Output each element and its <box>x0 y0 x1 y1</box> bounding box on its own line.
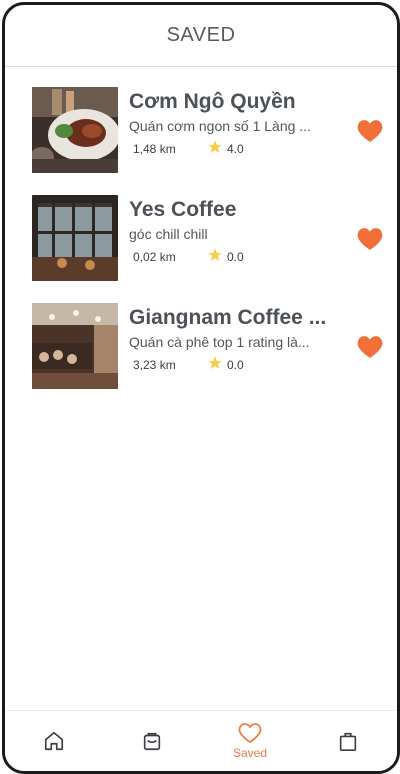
tab-basket[interactable] <box>103 711 201 771</box>
star-icon <box>208 356 222 369</box>
bottom-tab-bar: Saved <box>5 710 397 771</box>
app-screen: SAVED Cơm Ngô Quyền Quán cơm ngon số 1 L… <box>2 2 400 774</box>
place-info: Cơm Ngô Quyền Quán cơm ngon số 1 Làng ..… <box>129 87 327 161</box>
place-photo <box>32 87 118 173</box>
place-meta: 3,23 km 0.0 <box>129 355 327 377</box>
distance-label: 1,48 km <box>133 142 176 156</box>
place-info: Yes Coffee góc chill chill 0,02 km 0.0 <box>129 195 327 269</box>
basket-icon <box>143 732 161 751</box>
heart-filled-icon[interactable] <box>357 335 383 359</box>
place-meta: 1,48 km 4.0 <box>129 139 327 161</box>
heart-filled-icon[interactable] <box>357 227 383 251</box>
tab-home[interactable] <box>5 711 103 771</box>
tab-bag[interactable] <box>299 711 397 771</box>
place-info: Giangnam Coffee ... Quán cà phê top 1 ra… <box>129 303 327 377</box>
heart-filled-icon[interactable] <box>357 119 383 143</box>
star-icon <box>208 140 222 153</box>
page-title: SAVED <box>166 24 236 46</box>
list-item[interactable]: Cơm Ngô Quyền Quán cơm ngon số 1 Làng ..… <box>5 87 397 175</box>
place-description: Quán cơm ngon số 1 Làng ... <box>129 118 311 134</box>
distance-label: 0,02 km <box>133 250 176 264</box>
distance-label: 3,23 km <box>133 358 176 372</box>
place-description: góc chill chill <box>129 226 208 242</box>
rating-value: 4.0 <box>227 142 244 156</box>
shopping-bag-icon <box>339 732 357 751</box>
place-title: Giangnam Coffee ... <box>129 306 327 329</box>
heart-outline-icon <box>238 723 262 744</box>
place-title: Cơm Ngô Quyền <box>129 90 296 113</box>
place-meta: 0,02 km 0.0 <box>129 247 327 269</box>
list-item[interactable]: Yes Coffee góc chill chill 0,02 km 0.0 <box>5 195 397 283</box>
tab-saved-label: Saved <box>232 746 268 760</box>
place-title: Yes Coffee <box>129 198 237 221</box>
place-photo <box>32 303 118 389</box>
star-icon <box>208 248 222 261</box>
place-photo <box>32 195 118 281</box>
rating-value: 0.0 <box>227 358 244 372</box>
header: SAVED <box>5 5 397 67</box>
place-description: Quán cà phê top 1 rating là... <box>129 334 310 350</box>
rating-value: 0.0 <box>227 250 244 264</box>
list-item[interactable]: Giangnam Coffee ... Quán cà phê top 1 ra… <box>5 303 397 391</box>
tab-saved[interactable]: Saved <box>201 711 299 771</box>
home-icon <box>44 731 64 751</box>
